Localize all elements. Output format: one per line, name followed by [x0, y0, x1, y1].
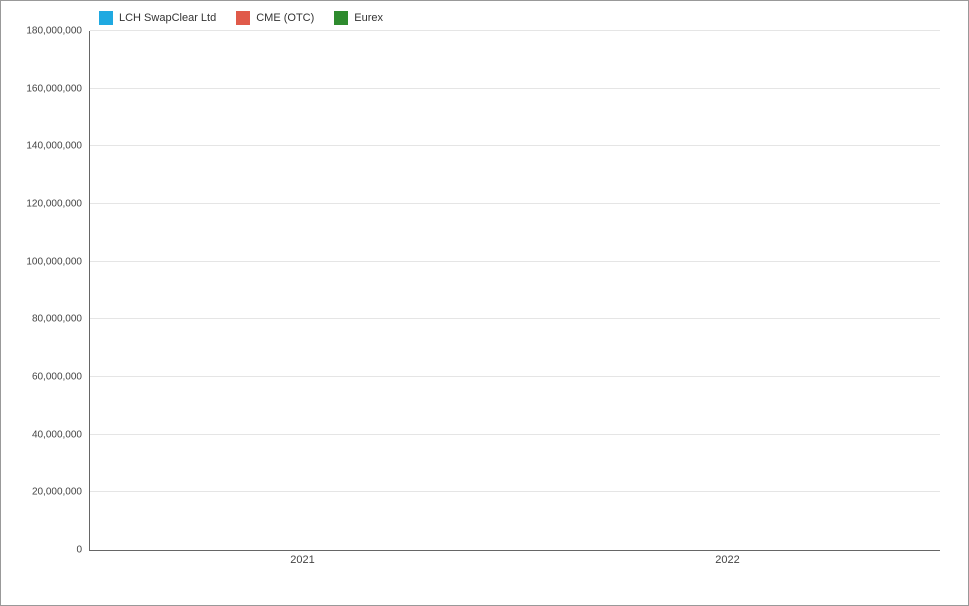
y-tick-label: 0: [20, 545, 82, 556]
y-tick-label: 180,000,000: [20, 26, 82, 37]
legend-label: CME (OTC): [256, 12, 314, 24]
grid-line: [90, 30, 940, 31]
legend-item-eurex: Eurex: [334, 11, 383, 25]
y-tick-label: 40,000,000: [20, 429, 82, 440]
y-tick-label: 80,000,000: [20, 314, 82, 325]
legend-label: Eurex: [354, 12, 383, 24]
y-tick-label: 140,000,000: [20, 141, 82, 152]
grid-line: [90, 376, 940, 377]
x-tick-label: 2022: [715, 554, 739, 566]
grid-line: [90, 145, 940, 146]
legend: LCH SwapClear Ltd CME (OTC) Eurex: [99, 11, 950, 25]
legend-item-cme: CME (OTC): [236, 11, 314, 25]
legend-item-lch: LCH SwapClear Ltd: [99, 11, 216, 25]
chart-frame: LCH SwapClear Ltd CME (OTC) Eurex 020,00…: [0, 0, 969, 606]
legend-swatch-cme: [236, 11, 250, 25]
grid-line: [90, 88, 940, 89]
y-tick-label: 20,000,000: [20, 487, 82, 498]
grid-line: [90, 491, 940, 492]
legend-swatch-lch: [99, 11, 113, 25]
y-tick-label: 60,000,000: [20, 372, 82, 383]
y-tick-label: 160,000,000: [20, 83, 82, 94]
legend-swatch-eurex: [334, 11, 348, 25]
grid-line: [90, 318, 940, 319]
grid-line: [90, 261, 940, 262]
grid-line: [90, 434, 940, 435]
x-tick-label: 2021: [290, 554, 314, 566]
legend-label: LCH SwapClear Ltd: [119, 12, 216, 24]
plot-area-wrap: 020,000,00040,000,00060,000,00080,000,00…: [89, 31, 940, 571]
y-tick-label: 120,000,000: [20, 199, 82, 210]
plot-area: 020,000,00040,000,00060,000,00080,000,00…: [89, 31, 940, 551]
y-tick-label: 100,000,000: [20, 256, 82, 267]
grid-line: [90, 203, 940, 204]
